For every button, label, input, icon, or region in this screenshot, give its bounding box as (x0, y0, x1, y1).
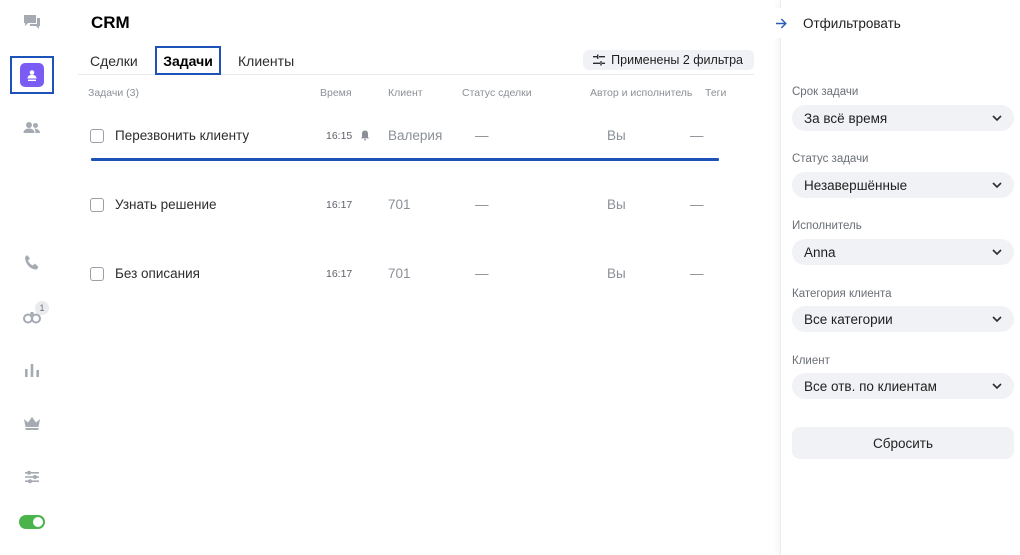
select-client-value: Все отв. по клиентам (804, 378, 937, 394)
contacts-icon[interactable] (14, 110, 50, 146)
select-client-category-value: Все категории (804, 311, 893, 327)
select-status-value: Незавершённые (804, 177, 908, 193)
col-author: Автор и исполнитель (590, 87, 693, 99)
chevron-down-icon (992, 115, 1002, 122)
col-tasks: Задачи (3) (88, 87, 140, 99)
task-author: Вы (607, 128, 626, 143)
col-tags: Теги (705, 87, 727, 99)
task-author: Вы (607, 197, 626, 212)
select-client[interactable]: Все отв. по клиентам (792, 373, 1014, 399)
task-client: 701 (388, 197, 411, 212)
filter-panel-title: Отфильтровать (803, 15, 901, 31)
filter-label-client: Клиент (792, 355, 830, 367)
bots-badge: 1 (35, 301, 49, 315)
crm-nav-button[interactable] (10, 56, 54, 94)
task-title: Перезвонить клиенту (115, 128, 250, 143)
task-tags: — (690, 128, 704, 143)
task-tags: — (690, 266, 704, 281)
task-row[interactable]: Без описания 16:17 701 — Вы — (78, 254, 754, 294)
col-deal-status: Статус сделки (462, 87, 532, 99)
filter-label-assignee: Исполнитель (792, 220, 862, 232)
phone-icon[interactable] (14, 245, 50, 281)
filter-label-deadline: Срок задачи (792, 86, 859, 98)
page-title: CRM (91, 13, 130, 32)
tab-deals[interactable]: Сделки (90, 46, 138, 75)
crown-icon[interactable] (14, 405, 50, 441)
task-title: Без описания (115, 266, 200, 281)
crm-icon (20, 63, 44, 87)
col-time: Время (320, 87, 352, 99)
task-deal-status: — (475, 266, 489, 281)
chevron-down-icon (992, 182, 1002, 189)
chevron-down-icon (992, 383, 1002, 390)
select-assignee[interactable]: Anna (792, 239, 1014, 265)
task-row[interactable]: Перезвонить клиенту 16:15 Валерия — Вы — (78, 116, 754, 156)
select-client-category[interactable]: Все категории (792, 306, 1014, 332)
task-checkbox[interactable] (90, 198, 104, 212)
task-title: Узнать решение (115, 197, 217, 212)
chevron-down-icon (992, 316, 1002, 323)
select-assignee-value: Anna (804, 244, 836, 260)
task-checkbox[interactable] (90, 129, 104, 143)
filters-applied-label: Применены 2 фильтра (611, 53, 743, 67)
select-deadline[interactable]: За всё время (792, 105, 1014, 131)
left-rail: 1 (0, 0, 64, 555)
task-time: 16:15 (326, 130, 353, 142)
arrow-right-icon[interactable] (769, 8, 793, 38)
filter-label-status: Статус задачи (792, 153, 869, 165)
filter-panel-header[interactable]: Отфильтровать (769, 8, 901, 38)
filter-sliders-icon (593, 54, 606, 66)
row-highlight-bar (91, 158, 719, 161)
bell-icon (361, 130, 369, 141)
filter-panel: Отфильтровать Срок задачи За всё время С… (769, 0, 1020, 555)
tab-bar: Сделки Задачи Клиенты Применены 2 фильтр… (78, 44, 754, 75)
col-client: Клиент (388, 87, 423, 99)
tab-tasks[interactable]: Задачи (155, 46, 221, 75)
task-deal-status: — (475, 197, 489, 212)
task-checkbox[interactable] (90, 267, 104, 281)
task-time: 16:17 (326, 199, 353, 211)
chevron-down-icon (992, 249, 1002, 256)
tab-clients[interactable]: Клиенты (238, 46, 294, 75)
task-author: Вы (607, 266, 626, 281)
filters-applied-button[interactable]: Применены 2 фильтра (583, 50, 754, 70)
task-deal-status: — (475, 128, 489, 143)
stats-icon[interactable] (14, 352, 50, 388)
task-time: 16:17 (326, 268, 353, 280)
settings-sliders-icon[interactable] (14, 459, 50, 495)
task-row[interactable]: Узнать решение 16:17 701 — Вы — (78, 185, 754, 225)
task-tags: — (690, 197, 704, 212)
select-deadline-value: За всё время (804, 110, 888, 126)
select-status[interactable]: Незавершённые (792, 172, 1014, 198)
task-client: 701 (388, 266, 411, 281)
reset-button[interactable]: Сбросить (792, 427, 1014, 459)
filter-label-client-category: Категория клиента (792, 288, 892, 300)
toggle-switch[interactable] (19, 515, 45, 529)
task-client: Валерия (388, 128, 443, 143)
chat-icon[interactable] (14, 4, 50, 40)
